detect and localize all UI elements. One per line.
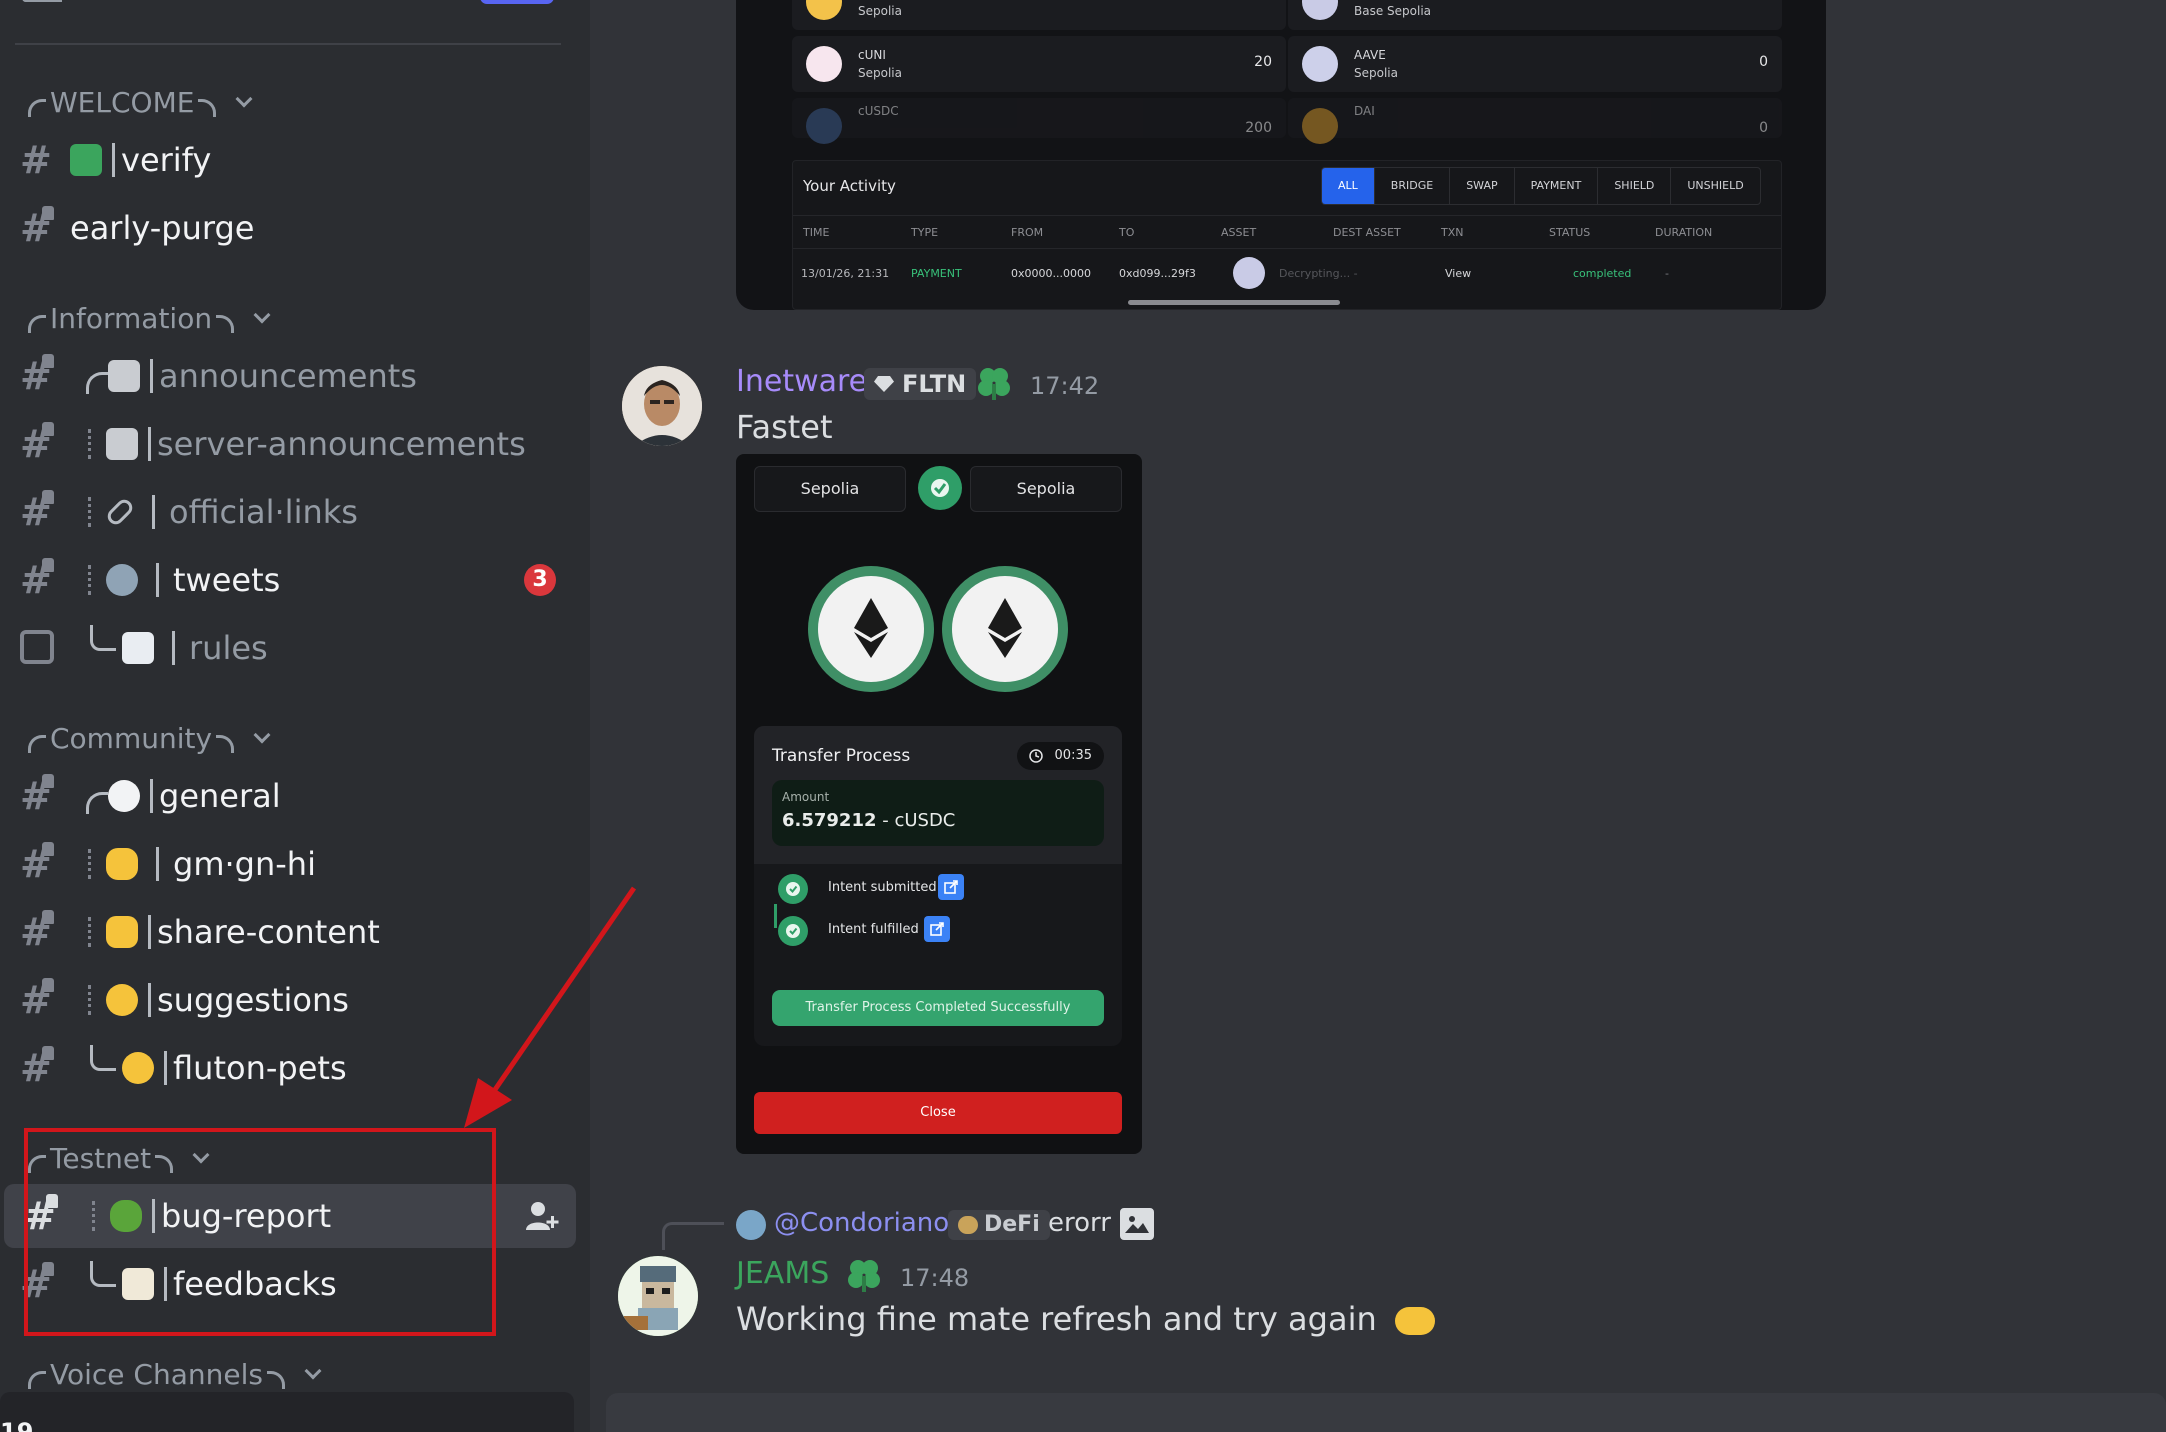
discord-window: WELCOME # verify # early-purge Informati…: [0, 0, 2166, 1432]
annotation-arrow: [464, 886, 637, 1128]
